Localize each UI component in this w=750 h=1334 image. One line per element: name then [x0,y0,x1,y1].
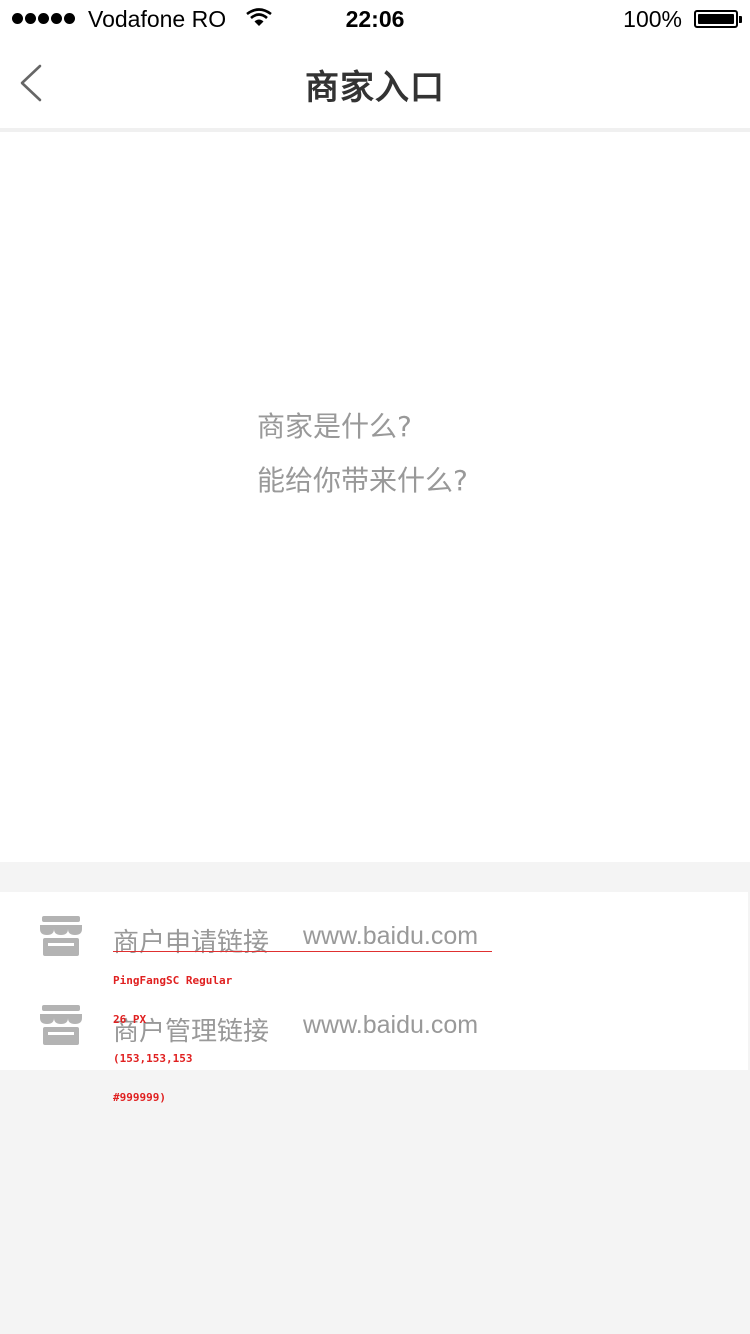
store-icon [40,916,82,956]
merchant-apply-url[interactable]: www.baidu.com [303,922,478,951]
battery-percentage: 100% [623,6,682,32]
page-title: 商家入口 [305,68,445,108]
intro-line-benefits: 能给你带来什么? [257,464,468,497]
navigation-bar: 商家入口 [0,40,750,132]
battery-icon [694,10,742,28]
intro-section: 商家是什么? 能给你带来什么? [0,132,750,862]
merchant-manage-url[interactable]: www.baidu.com [303,1011,478,1040]
annotation-hex: #999999) [113,1091,166,1104]
intro-text: 商家是什么? 能给你带来什么? [257,400,468,508]
annotation-font: PingFangSC Regular [113,974,233,987]
design-annotation: PingFangSC Regular 26 PX (153,153,153 #9… [113,948,232,1117]
status-bar: Vodafone RO 22:06 100% [0,0,750,40]
annotation-rgb: (153,153,153 [113,1052,193,1065]
annotation-size: 26 PX [113,1013,147,1026]
intro-line-what-is-merchant: 商家是什么? [257,410,412,443]
store-icon [40,1005,82,1045]
